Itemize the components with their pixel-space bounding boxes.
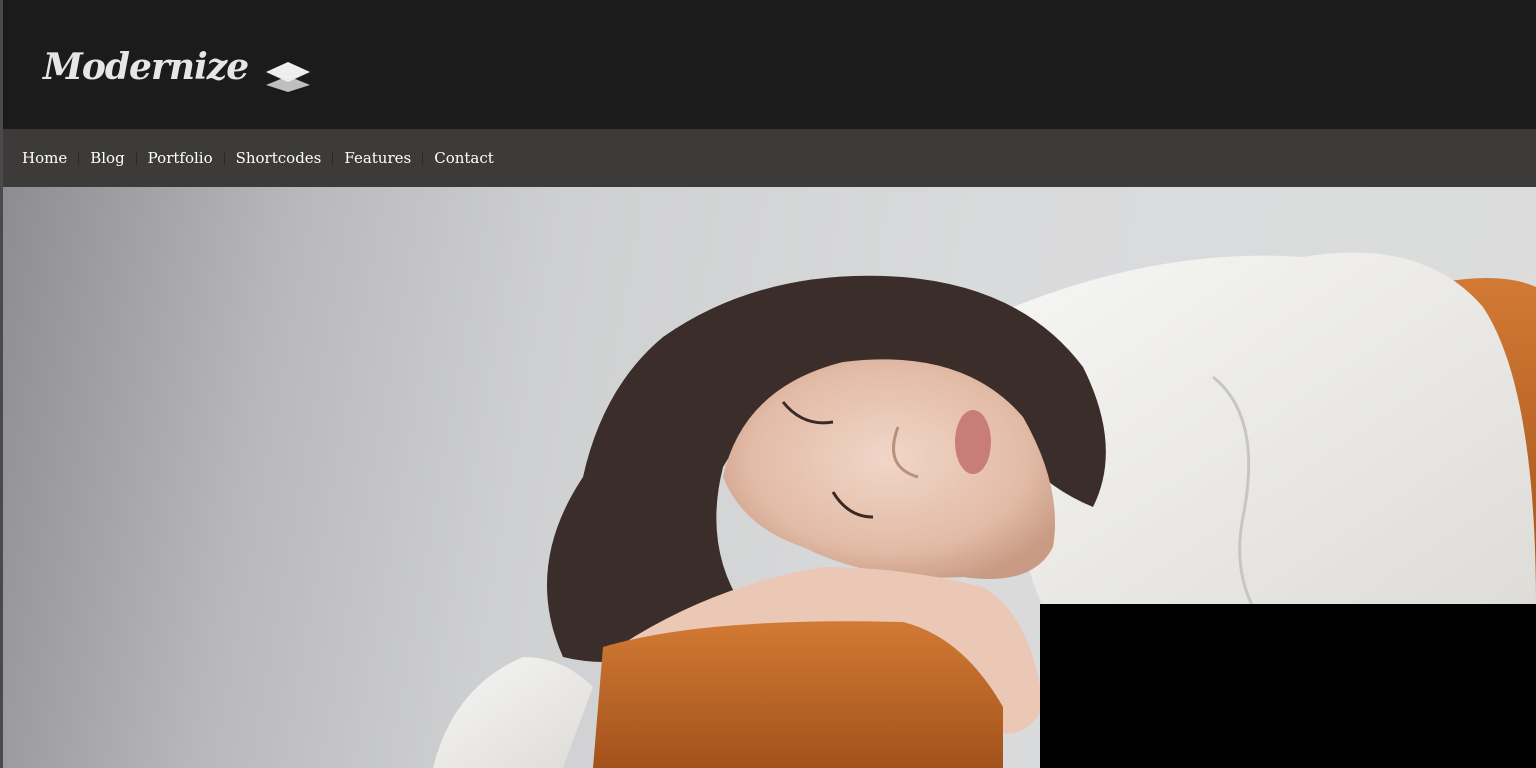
nav-item-features[interactable]: Features [338,149,417,167]
nav-divider [332,151,334,165]
nav-divider [223,151,225,165]
nav-item-portfolio[interactable]: Portfolio [142,149,219,167]
layers-icon [266,62,311,92]
nav-divider [135,151,137,165]
nav-item-blog[interactable]: Blog [84,149,130,167]
nav-divider [78,151,80,165]
nav-item-contact[interactable]: Contact [428,149,500,167]
site-logo[interactable]: Modernize [43,40,312,94]
logo-text: Modernize [43,46,249,88]
main-nav: Home Blog Portfolio Shortcodes Features … [3,129,1536,187]
sofa-armrest [593,621,1003,768]
slide-caption-panel [1040,604,1536,768]
site-header: Modernize [3,0,1536,129]
window-edge [0,0,3,768]
page: Modernize Home Blog Portfolio Shortcodes… [0,0,1536,768]
nav-item-shortcodes[interactable]: Shortcodes [230,149,328,167]
nav-item-home[interactable]: Home [16,149,73,167]
nav-divider [422,151,424,165]
